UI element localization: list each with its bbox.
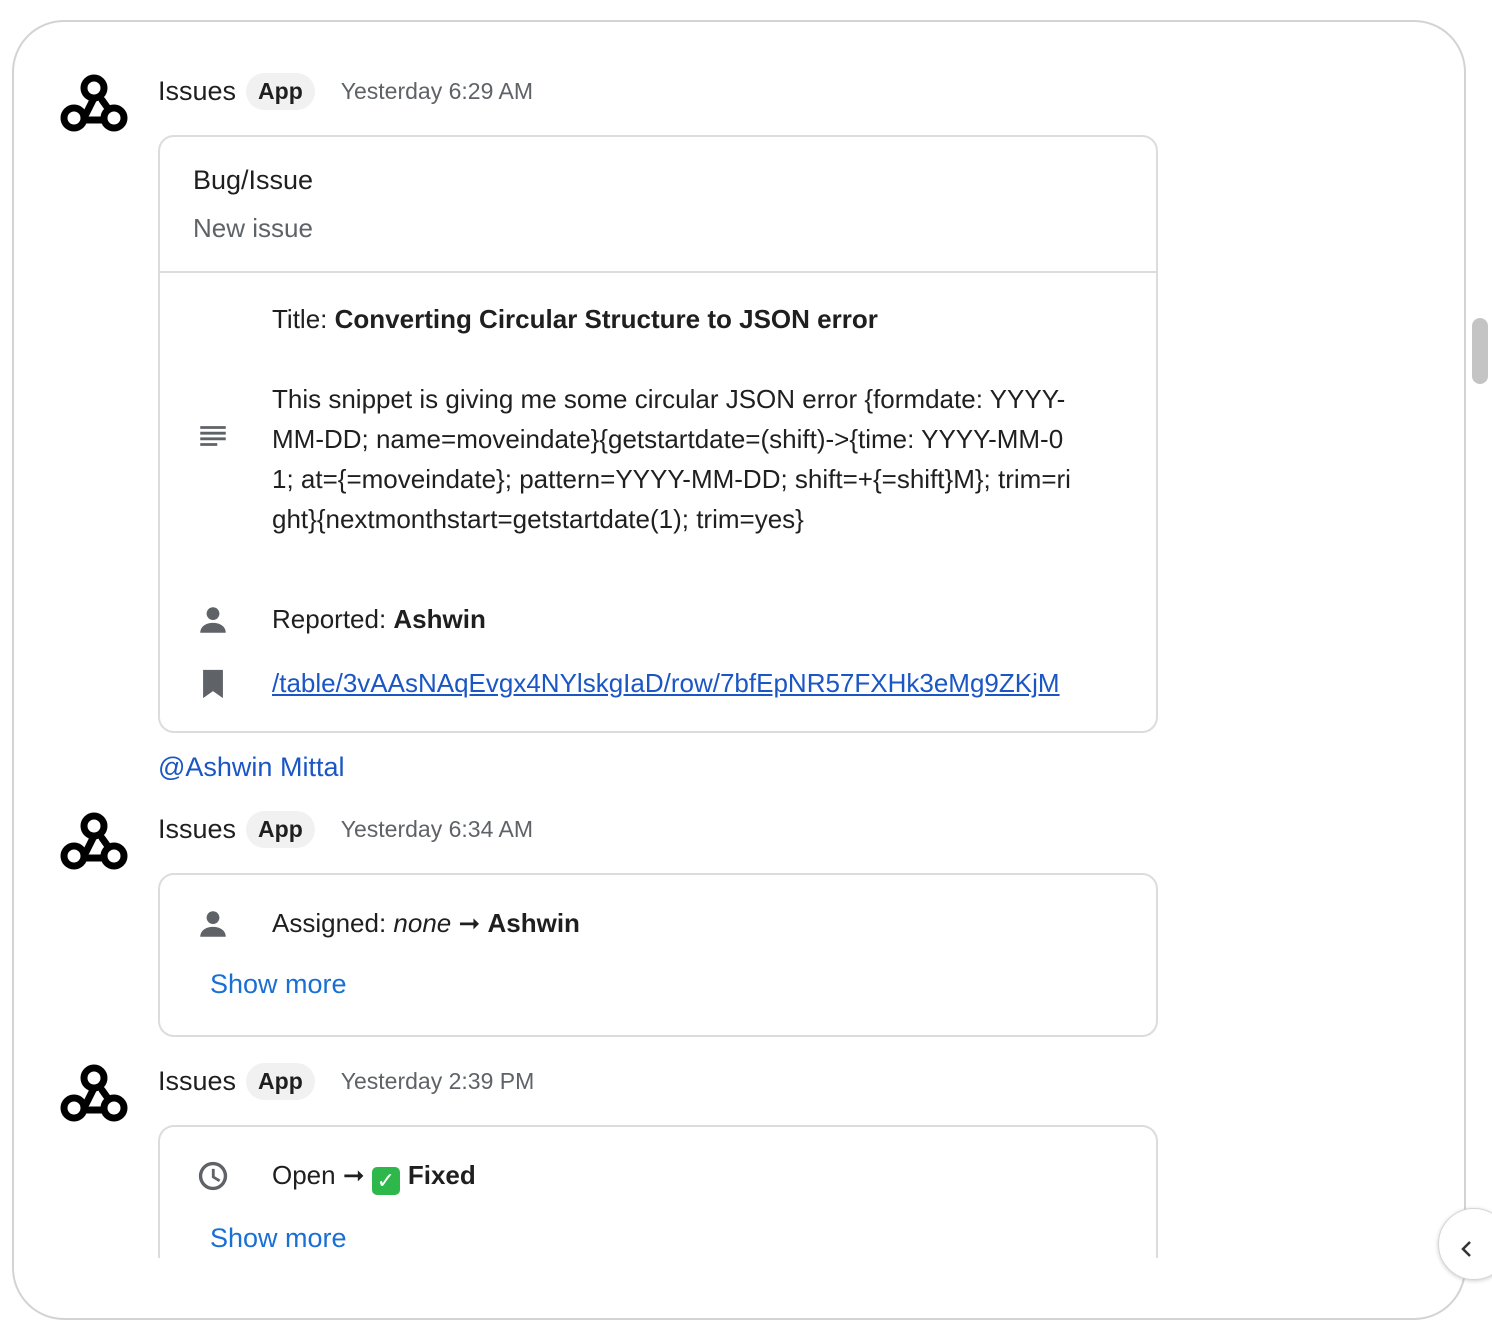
card-header: Bug/Issue New issue — [160, 137, 1156, 273]
app-badge: App — [246, 1062, 315, 1100]
issue-title-value: Converting Circular Structure to JSON er… — [334, 304, 878, 334]
assigned-label: Assigned: — [272, 908, 394, 938]
status-card: Open ➞ ✓ Fixed Show more — [158, 1125, 1158, 1258]
assigned-line: Assigned: none ➞ Ashwin — [272, 903, 1072, 943]
assigned-to: Ashwin — [487, 908, 580, 938]
status-line: Open ➞ ✓ Fixed — [272, 1155, 1072, 1195]
arrow-icon: ➞ — [451, 908, 488, 938]
arrow-icon: ➞ — [335, 1160, 372, 1190]
reported-label: Reported: — [272, 604, 394, 634]
app-badge: App — [246, 72, 315, 110]
sender-name[interactable]: Issues — [158, 1066, 236, 1097]
status-to: Fixed — [407, 1160, 476, 1190]
card-title: Bug/Issue — [193, 165, 314, 195]
notes-icon — [196, 419, 230, 453]
reported-line: Reported: Ashwin — [272, 599, 1072, 639]
message-header: Issues App Yesterday 6:34 AM — [158, 809, 533, 849]
message-timestamp: Yesterday 6:34 AM — [340, 815, 533, 842]
issue-title-line: Title: Converting Circular Structure to … — [272, 299, 1072, 339]
bookmark-icon — [196, 667, 230, 701]
show-more-button[interactable]: Show more — [208, 967, 349, 1002]
sender-name[interactable]: Issues — [158, 76, 236, 107]
message-timestamp: Yesterday 6:29 AM — [340, 77, 533, 104]
reported-value: Ashwin — [393, 604, 486, 634]
status-from: Open — [272, 1160, 336, 1190]
clock-icon — [196, 1159, 230, 1193]
assignment-card: Assigned: none ➞ Ashwin Show more — [158, 873, 1158, 1037]
person-icon — [196, 907, 230, 941]
app-badge: App — [246, 810, 315, 848]
message-timestamp: Yesterday 2:39 PM — [340, 1067, 535, 1094]
assigned-from: none — [393, 908, 452, 938]
show-more-button[interactable]: Show more — [208, 1221, 349, 1256]
person-icon — [196, 603, 230, 637]
check-mark-icon: ✓ — [371, 1167, 400, 1195]
card-subtitle: New issue — [193, 213, 313, 243]
webhook-avatar-icon[interactable] — [60, 70, 128, 132]
issue-title-label: Title: — [272, 304, 335, 334]
sender-name[interactable]: Issues — [158, 814, 236, 845]
user-mention[interactable]: @Ashwin Mittal — [158, 752, 344, 783]
webhook-avatar-icon[interactable] — [60, 1060, 128, 1122]
new-issue-card: Bug/Issue New issue Title: Converting Ci… — [158, 135, 1158, 733]
message-header: Issues App Yesterday 6:29 AM — [158, 71, 533, 111]
scrollbar-thumb[interactable] — [1472, 318, 1488, 384]
chevron-left-icon — [1461, 1241, 1471, 1257]
row-link[interactable]: /table/3vAAsNAqEvgx4NYlskgIaD/row/7bfEpN… — [272, 663, 1072, 703]
webhook-avatar-icon[interactable] — [60, 808, 128, 870]
message-header: Issues App Yesterday 2:39 PM — [158, 1061, 534, 1101]
issue-description: This snippet is giving me some circular … — [272, 384, 1071, 534]
